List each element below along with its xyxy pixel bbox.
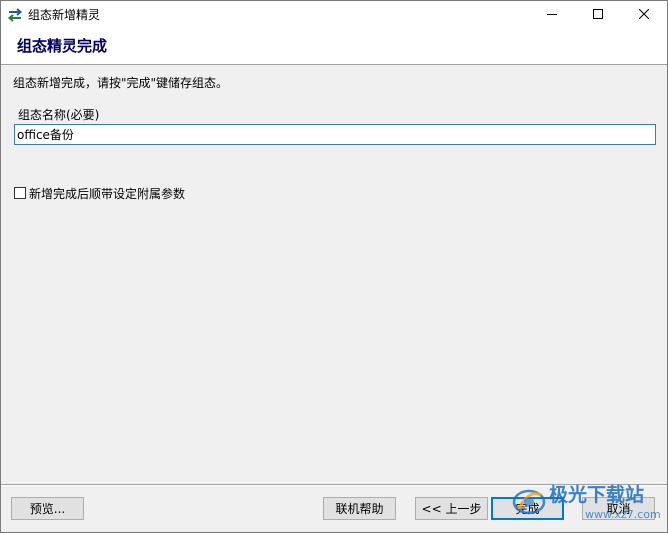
title-bar[interactable]: 组态新增精灵	[1, 1, 667, 29]
config-name-input[interactable]	[14, 124, 656, 145]
name-field-label: 组态名称(必要)	[18, 108, 100, 122]
swap-arrows-icon	[7, 7, 23, 23]
online-help-button[interactable]: 联机帮助	[323, 497, 396, 520]
wizard-header: 组态精灵完成	[1, 29, 667, 65]
back-button[interactable]: << 上一步	[415, 497, 488, 520]
set-params-checkbox-row[interactable]: 新增完成后顺带设定附属参数	[14, 185, 185, 201]
set-params-checkbox[interactable]	[14, 187, 26, 199]
instruction-text: 组态新增完成，请按"完成"键储存组态。	[13, 76, 229, 90]
preview-button[interactable]: 预览...	[11, 497, 84, 520]
footer-divider	[1, 484, 667, 486]
close-icon	[638, 8, 650, 22]
maximize-icon	[593, 8, 603, 22]
minimize-icon	[547, 8, 557, 22]
set-params-checkbox-label: 新增完成后顺带设定附属参数	[29, 186, 186, 201]
maximize-button[interactable]	[575, 1, 621, 29]
window-title: 组态新增精灵	[28, 8, 101, 22]
finish-button[interactable]: 完成	[491, 497, 564, 520]
wizard-window: 组态新增精灵 组态精灵完成 组态新增完成，请按"完成"键储存组态。 组态名称(必…	[0, 0, 668, 533]
minimize-button[interactable]	[529, 1, 575, 29]
cancel-button[interactable]: 取消	[582, 497, 655, 520]
close-button[interactable]	[621, 1, 667, 29]
page-title: 组态精灵完成	[17, 37, 108, 55]
